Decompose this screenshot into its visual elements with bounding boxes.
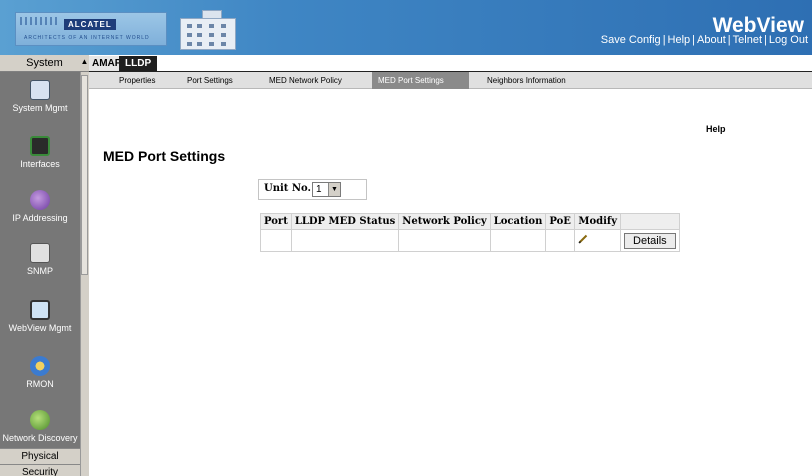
cell-policy xyxy=(398,229,491,252)
scroll-up-icon[interactable]: ▲ xyxy=(80,57,89,66)
brand-tagline: ARCHITECTS OF AN INTERNET WORLD xyxy=(24,35,150,41)
cell-location xyxy=(489,229,547,252)
col-poe: PoE xyxy=(545,213,576,230)
col-network-policy: Network Policy xyxy=(398,213,491,230)
unit-selector-box: Unit No. 1 ▼ xyxy=(258,179,367,200)
link-separator: | xyxy=(662,34,666,46)
tab-lldp[interactable]: LLDP xyxy=(119,56,158,72)
interfaces-icon xyxy=(30,136,50,156)
subnav-properties[interactable]: Properties xyxy=(113,72,161,89)
about-link[interactable]: About xyxy=(697,34,726,46)
network-discovery-icon xyxy=(30,410,50,430)
sidebar-item-webview-mgmt[interactable]: WebView Mgmt xyxy=(0,300,80,333)
save-config-link[interactable]: Save Config xyxy=(601,34,661,46)
sidebar-item-snmp[interactable]: SNMP xyxy=(0,243,80,276)
page-title: MED Port Settings xyxy=(103,148,226,164)
col-location: Location xyxy=(489,213,547,230)
med-port-table: Port LLDP MED Status Network Policy Loca… xyxy=(260,213,680,252)
cell-modify xyxy=(574,229,622,252)
table-header-row: Port LLDP MED Status Network Policy Loca… xyxy=(260,213,680,230)
log-out-link[interactable]: Log Out xyxy=(769,34,808,46)
link-separator: | xyxy=(692,34,696,46)
details-button[interactable]: Details xyxy=(624,232,676,249)
sidebar-item-label: Network Discovery xyxy=(2,433,78,443)
header-banner: ALCATEL ARCHITECTS OF AN INTERNET WORLD … xyxy=(0,0,812,55)
building-icon xyxy=(180,18,236,50)
pencil-icon[interactable] xyxy=(578,234,588,244)
sub-navigation: Properties Port Settings MED Network Pol… xyxy=(89,72,812,89)
link-separator: | xyxy=(764,34,767,46)
sidebar-security[interactable]: Security xyxy=(0,464,80,476)
col-lldp-med-status: LLDP MED Status xyxy=(290,213,400,230)
subnav-neighbors-information[interactable]: Neighbors Information xyxy=(481,72,572,89)
sidebar-item-label: SNMP xyxy=(26,266,53,276)
cell-port xyxy=(260,229,292,252)
subnav-med-port-settings[interactable]: MED Port Settings xyxy=(372,72,469,89)
link-separator: | xyxy=(727,34,731,46)
alcatel-logo: ALCATEL ARCHITECTS OF AN INTERNET WORLD xyxy=(15,12,167,46)
help-link[interactable]: Help xyxy=(668,34,691,46)
sidebar-item-rmon[interactable]: RMON xyxy=(0,356,80,389)
subnav-med-network-policy[interactable]: MED Network Policy xyxy=(263,72,348,89)
brand-name: ALCATEL xyxy=(64,19,116,30)
sidebar-item-label: WebView Mgmt xyxy=(8,323,72,333)
cell-poe xyxy=(545,229,576,252)
sidebar-header[interactable]: System xyxy=(0,55,89,72)
col-modify: Modify xyxy=(574,213,622,230)
sidebar-item-system-mgmt[interactable]: System Mgmt xyxy=(0,80,80,113)
sidebar-item-label: System Mgmt xyxy=(12,103,68,113)
sidebar-item-ip-addressing[interactable]: IP Addressing xyxy=(0,190,80,223)
logo-dots xyxy=(20,17,60,25)
snmp-icon xyxy=(30,243,50,263)
system-mgmt-icon xyxy=(30,80,50,100)
tab-bar: AMAP LLDP xyxy=(89,55,812,72)
unit-select-value: 1 xyxy=(316,184,322,195)
top-links: Save Config | Help | About | Telnet | Log Out xyxy=(601,34,808,46)
col-details xyxy=(620,213,680,230)
cell-status xyxy=(290,229,400,252)
cell-details: Details xyxy=(620,229,680,252)
unit-label: Unit No. xyxy=(264,183,312,194)
sidebar-item-label: IP Addressing xyxy=(12,213,68,223)
col-port: Port xyxy=(260,213,292,230)
sidebar-physical[interactable]: Physical xyxy=(0,448,80,464)
telnet-link[interactable]: Telnet xyxy=(733,34,762,46)
table-row: Details xyxy=(260,229,680,252)
sidebar-item-interfaces[interactable]: Interfaces xyxy=(0,136,80,169)
sidebar-scroll-thumb[interactable] xyxy=(81,75,88,275)
chevron-down-icon[interactable]: ▼ xyxy=(328,183,340,196)
webview-mgmt-icon xyxy=(30,300,50,320)
sidebar-item-label: RMON xyxy=(26,379,54,389)
rmon-icon xyxy=(30,356,50,376)
subnav-port-settings[interactable]: Port Settings xyxy=(181,72,239,89)
help-link-content[interactable]: Help xyxy=(706,124,726,134)
ip-addressing-icon xyxy=(30,190,50,210)
sidebar: System ▲ System Mgmt Interfaces IP Addre… xyxy=(0,55,89,476)
sidebar-item-label: Interfaces xyxy=(20,159,60,169)
sidebar-item-network-discovery[interactable]: Network Discovery xyxy=(0,410,80,443)
unit-select[interactable]: 1 ▼ xyxy=(312,182,341,197)
